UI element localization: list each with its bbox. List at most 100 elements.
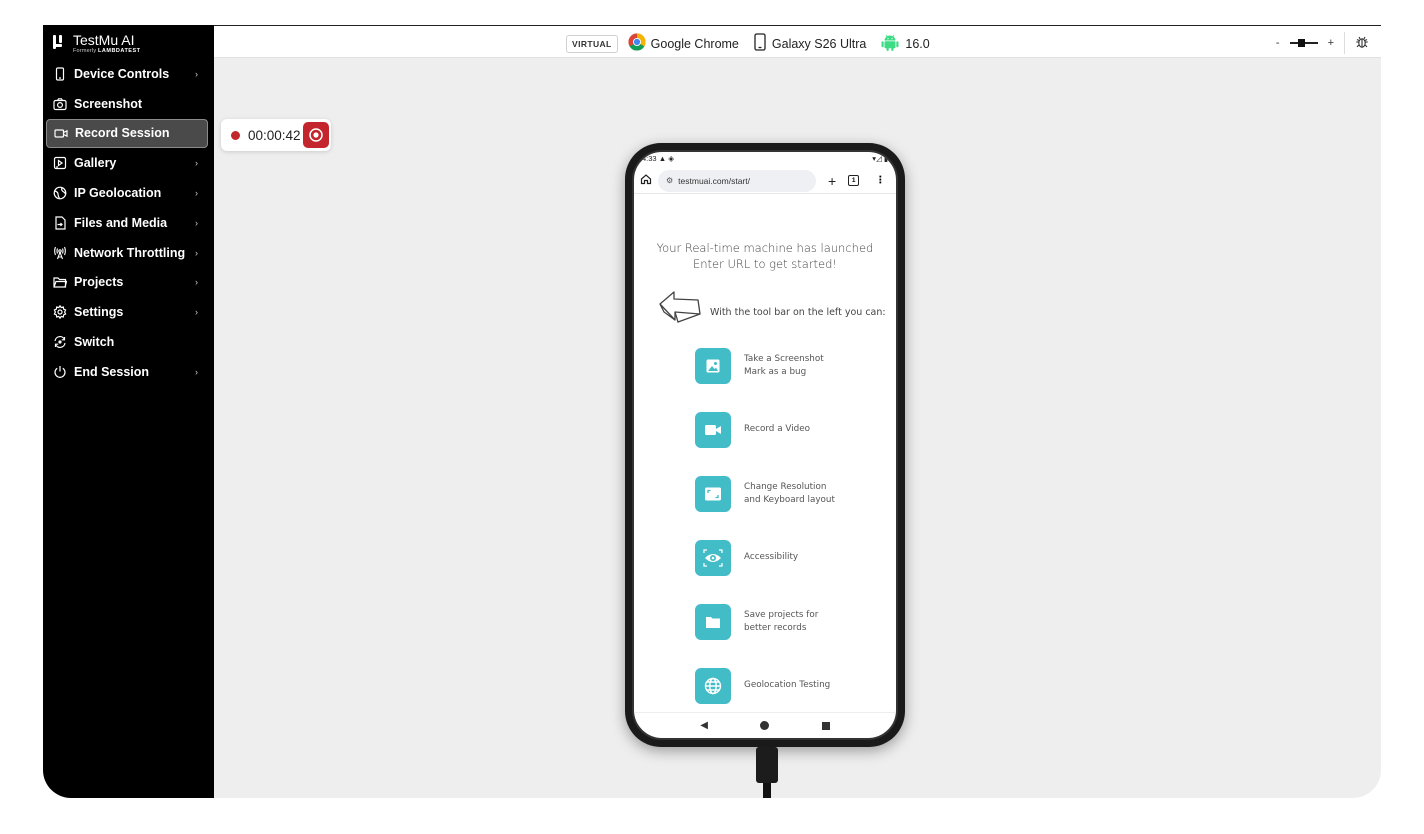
sidebar-item-label: IP Geolocation [74, 186, 162, 201]
globe-icon [53, 186, 67, 200]
eye-icon [695, 540, 731, 576]
sidebar-item-end-session[interactable]: End Session › [43, 357, 214, 387]
recording-time: 00:00:42 [248, 127, 301, 143]
sidebar-item-record-session[interactable]: Record Session [46, 118, 208, 149]
device-screen[interactable]: 4:33 ▲ ◈ ▾◿ ▮ ⚙ testmuai.com/start/ + 1 … [632, 150, 898, 740]
sidebar-item-label: Projects [74, 275, 124, 290]
feature-record-video: Record a Video [695, 412, 810, 448]
switch-icon [53, 335, 67, 349]
sidebar-item-settings[interactable]: Settings › [43, 297, 214, 327]
chevron-right-icon: › [195, 68, 198, 79]
feature-label: Change Resolution [744, 481, 827, 492]
chevron-right-icon: › [195, 366, 198, 377]
recording-timer: 00:00:42 [221, 119, 331, 151]
brand-logo: TestMu AI Formerly LAMBDATEST [53, 33, 141, 59]
chevron-right-icon: › [195, 217, 198, 228]
site-settings-icon[interactable]: ⚙ [666, 176, 673, 185]
app-frame: TestMu AI Formerly LAMBDATEST Device Con… [43, 25, 1381, 798]
sidebar-item-label: Record Session [75, 126, 170, 141]
feature-label: better records [744, 623, 807, 633]
sidebar-item-label: End Session [74, 364, 150, 379]
address-bar[interactable]: ⚙ testmuai.com/start/ [658, 169, 816, 192]
more-options-icon[interactable]: ⋮ [875, 175, 885, 186]
gear-icon [53, 305, 67, 320]
feature-label: Mark as a bug [744, 367, 807, 377]
start-page: Your Real-time machine has launched Ente… [634, 194, 896, 704]
device-frame: 4:33 ▲ ◈ ▾◿ ▮ ⚙ testmuai.com/start/ + 1 … [625, 143, 905, 747]
stop-record-icon [309, 128, 323, 142]
new-tab-icon[interactable]: + [828, 173, 836, 189]
feature-label: Take a Screenshot [744, 353, 824, 364]
sidebar: TestMu AI Formerly LAMBDATEST Device Con… [43, 25, 214, 798]
sidebar-item-label: Files and Media [74, 215, 168, 230]
sidebar-item-label: Switch [74, 335, 115, 350]
zoom-slider-handle[interactable] [1297, 39, 1305, 47]
sidebar-item-projects[interactable]: Projects › [43, 268, 214, 298]
sidebar-item-files-and-media[interactable]: Files and Media › [43, 208, 214, 238]
sidebar-item-label: Network Throttling [74, 245, 186, 260]
device-info: Galaxy S26 Ultra [753, 33, 866, 54]
browser-info: Google Chrome [628, 33, 739, 54]
folder-icon [53, 275, 67, 289]
feature-resolution: Change Resolution and Keyboard layout [695, 476, 835, 512]
zoom-controls: - + [1276, 32, 1369, 54]
sidebar-menu: Device Controls › Screenshot Record Sess… [43, 59, 214, 387]
feature-label: Accessibility [744, 552, 799, 563]
chevron-right-icon: › [195, 188, 198, 199]
testmu-logo-icon [53, 35, 65, 49]
os-version: 16.0 [905, 36, 930, 51]
video-icon [54, 126, 68, 140]
device-status-bar: 4:33 ▲ ◈ ▾◿ ▮ [634, 152, 896, 168]
file-upload-icon [53, 216, 67, 230]
feature-accessibility: Accessibility [695, 540, 798, 576]
feature-label: Geolocation Testing [744, 680, 831, 691]
feature-label: Record a Video [744, 424, 811, 435]
back-icon[interactable]: ◀ [700, 720, 708, 731]
zoom-in-button[interactable]: + [1328, 37, 1334, 49]
home-icon[interactable] [640, 172, 652, 190]
home-nav-icon[interactable] [760, 721, 770, 730]
sidebar-item-screenshot[interactable]: Screenshot [43, 89, 214, 119]
chevron-right-icon: › [195, 277, 198, 288]
phone-icon [53, 67, 67, 81]
sidebar-item-label: Device Controls [74, 66, 170, 81]
virtual-badge: VIRTUAL [566, 34, 618, 53]
stop-recording-button[interactable] [303, 122, 329, 148]
toolbar-hint: With the tool bar on the left you can: [710, 307, 886, 318]
address-bar-url: testmuai.com/start/ [678, 175, 750, 186]
antenna-icon [53, 246, 67, 260]
status-time: 4:33 ▲ ◈ [642, 154, 674, 163]
globe-icon [695, 668, 731, 704]
tab-switcher-button[interactable]: 1 [848, 175, 860, 186]
recents-icon[interactable] [821, 721, 830, 730]
camera-icon [53, 97, 67, 111]
os-info: 16.0 [880, 33, 930, 54]
gallery-icon [53, 156, 67, 170]
sidebar-item-network-throttling[interactable]: Network Throttling › [43, 238, 214, 268]
android-nav-bar: ◀ [634, 712, 896, 738]
sidebar-item-label: Gallery [74, 156, 117, 171]
bug-report-icon[interactable] [1355, 35, 1369, 52]
feature-label: Save projects for [744, 609, 819, 620]
sidebar-item-label: Settings [74, 305, 124, 320]
video-camera-icon [695, 412, 731, 448]
sidebar-item-label: Screenshot [74, 96, 143, 111]
android-icon [880, 33, 900, 54]
resolution-icon [695, 476, 731, 512]
feature-save-projects: Save projects for better records [695, 604, 818, 640]
zoom-out-button[interactable]: - [1276, 37, 1280, 49]
session-info: VIRTUAL Google Chrome Galaxy S26 Ultra 1… [566, 33, 936, 54]
zoom-slider[interactable] [1289, 39, 1318, 47]
sidebar-item-ip-geolocation[interactable]: IP Geolocation › [43, 178, 214, 208]
sidebar-item-gallery[interactable]: Gallery › [43, 148, 214, 178]
browser-toolbar: ⚙ testmuai.com/start/ + 1 ⋮ [634, 168, 896, 194]
chrome-icon [628, 33, 646, 54]
image-icon [695, 348, 731, 384]
sidebar-item-switch[interactable]: Switch [43, 327, 214, 357]
status-icons: ▾◿ ▮ [872, 154, 888, 163]
toolbar-arrow-icon [659, 291, 701, 323]
browser-name: Google Chrome [650, 36, 739, 51]
mobile-device-icon [753, 33, 767, 54]
session-topbar: VIRTUAL Google Chrome Galaxy S26 Ultra 1… [214, 25, 1381, 58]
sidebar-item-device-controls[interactable]: Device Controls › [43, 59, 214, 89]
